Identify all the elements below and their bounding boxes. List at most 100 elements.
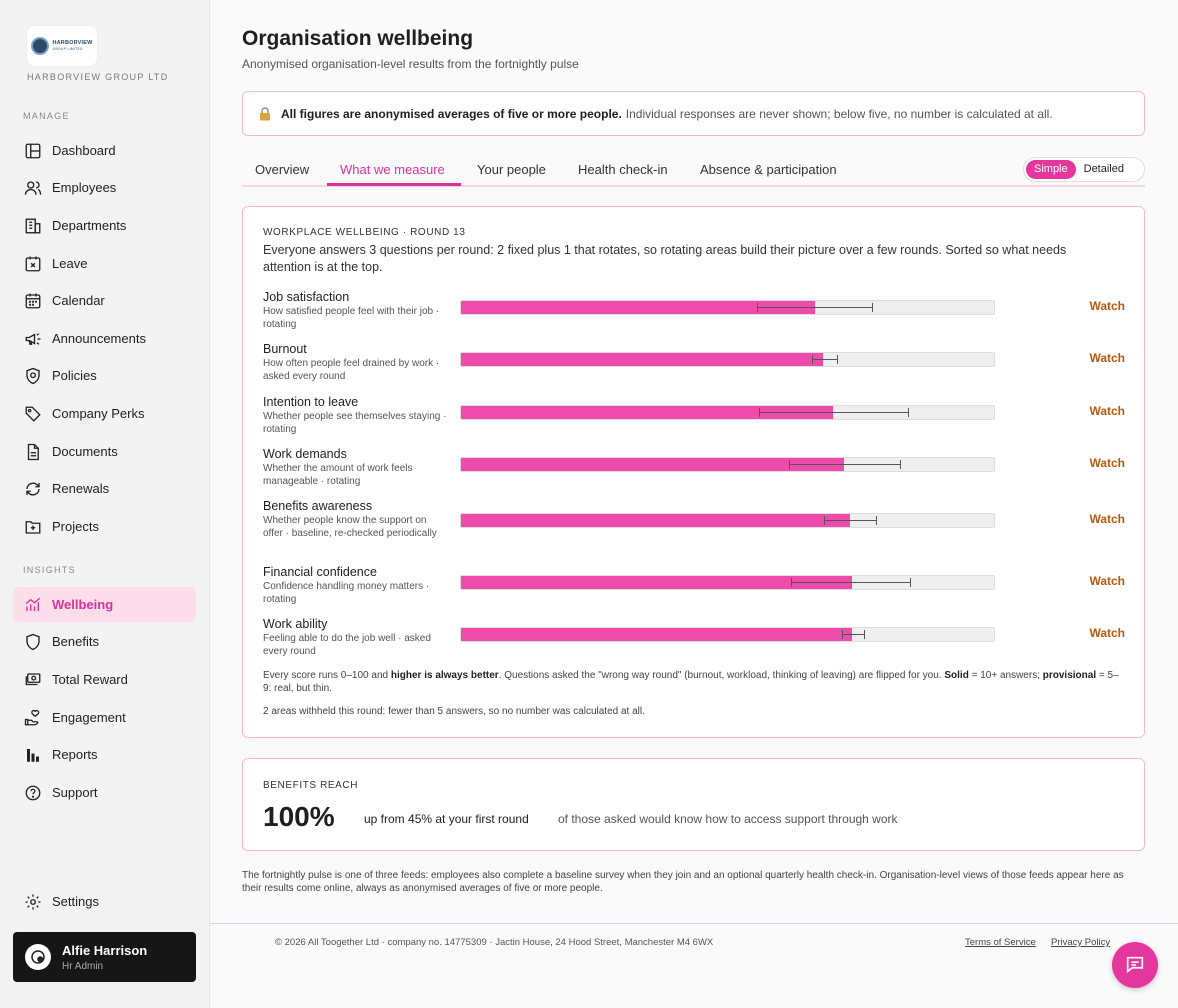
- measure-title: Benefits awareness: [263, 499, 373, 513]
- sidebar-item-label: Leave: [52, 256, 88, 271]
- chat-button[interactable]: [1112, 942, 1158, 988]
- measure-title: Work demands: [263, 447, 347, 461]
- confidence-interval-line: [811, 359, 837, 360]
- sidebar-item-label: Projects: [52, 519, 99, 534]
- tab-absence-participation[interactable]: Absence & participation: [700, 162, 837, 177]
- sidebar-item-label: Support: [52, 785, 98, 800]
- score-note: Every score runs 0–100 and higher is alw…: [263, 670, 1119, 694]
- sidebar-item-leave[interactable]: Leave: [13, 246, 196, 281]
- confidence-interval-high-cap: [836, 355, 838, 364]
- user-profile-card[interactable]: Alfie Harrison Hr Admin: [13, 932, 196, 982]
- sidebar: HARBORVIEW GROUP LIMITED HARBORVIEW GROU…: [0, 0, 210, 1008]
- measure-description: Whether people see themselves staying · …: [263, 411, 447, 435]
- bar-chart-icon: [27, 748, 39, 762]
- confidence-interval-line: [791, 582, 911, 583]
- sidebar-item-engagement[interactable]: Engagement: [13, 700, 196, 735]
- page-title: Organisation wellbeing: [242, 27, 474, 50]
- tab-health-check-in[interactable]: Health check-in: [578, 162, 668, 177]
- tab-your-people[interactable]: Your people: [477, 162, 546, 177]
- confidence-interval-line: [789, 464, 900, 465]
- calendar-x-icon: [25, 256, 41, 271]
- toggle-simple[interactable]: Simple: [1026, 160, 1076, 179]
- sidebar-item-label: Reports: [52, 747, 98, 762]
- sidebar-item-employees[interactable]: Employees: [13, 170, 196, 205]
- document-icon: [27, 443, 39, 460]
- score-bar: [461, 353, 824, 366]
- sidebar-item-benefits[interactable]: Benefits: [13, 624, 196, 659]
- measure-description: How often people feel drained by work · …: [263, 358, 440, 382]
- wellbeing-measures-card: WORKPLACE WELLBEING · ROUND 13 Everyone …: [242, 206, 1145, 738]
- tab-overview[interactable]: Overview: [255, 162, 309, 177]
- sidebar-item-label: Dashboard: [52, 143, 116, 158]
- sidebar-item-projects[interactable]: Projects: [13, 509, 196, 544]
- confidence-interval-high-cap: [910, 578, 912, 587]
- benefits-reach-change: up from 45% at your first round: [364, 812, 529, 826]
- user-name: Alfie Harrison: [62, 942, 148, 958]
- tab-what-we-measure[interactable]: What we measure: [340, 162, 445, 177]
- card-label: WORKPLACE WELLBEING · ROUND 13: [263, 227, 466, 238]
- sidebar-item-documents[interactable]: Documents: [13, 434, 196, 469]
- status-badge: Watch: [1089, 299, 1125, 313]
- megaphone-icon: [25, 332, 41, 345]
- measure-row: Work demands Whether the amount of work f…: [263, 447, 1125, 497]
- status-badge: Watch: [1089, 574, 1125, 588]
- feeds-note: The fortnightly pulse is one of three fe…: [242, 870, 1124, 894]
- sidebar-item-calendar[interactable]: Calendar: [13, 283, 196, 318]
- sidebar-item-company-perks[interactable]: Company Perks: [13, 396, 196, 431]
- withheld-note: 2 areas withheld this round: fewer than …: [263, 706, 645, 717]
- sidebar-item-announcements[interactable]: Announcements: [13, 321, 196, 356]
- privacy-link[interactable]: Privacy Policy: [1051, 937, 1110, 948]
- score-bar: [461, 628, 852, 641]
- logo-text: HARBORVIEW: [52, 40, 93, 46]
- users-icon: [24, 180, 42, 195]
- sidebar-item-label: Calendar: [52, 293, 105, 308]
- sidebar-item-wellbeing[interactable]: Wellbeing: [13, 587, 196, 622]
- confidence-interval-high-cap: [864, 630, 866, 639]
- sidebar-item-label: Benefits: [52, 634, 99, 649]
- status-badge: Watch: [1089, 512, 1125, 526]
- sidebar-item-policies[interactable]: Policies: [13, 358, 196, 393]
- tab-bar: Overview What we measure Your people Hea…: [242, 152, 1145, 187]
- score-track: [460, 300, 995, 315]
- benefits-reach-value: 100%: [263, 801, 335, 832]
- sidebar-item-label: Announcements: [52, 331, 146, 346]
- measure-description: How satisfied people feel with their job…: [263, 306, 440, 330]
- confidence-interval-low-cap: [791, 578, 793, 587]
- company-logo[interactable]: HARBORVIEW GROUP LIMITED: [27, 26, 97, 66]
- toggle-detailed[interactable]: Detailed: [1076, 160, 1132, 179]
- sidebar-item-dashboard[interactable]: Dashboard: [13, 133, 196, 168]
- score-track: [460, 352, 995, 367]
- shield-check-icon: [26, 367, 40, 384]
- measure-title: Intention to leave: [263, 395, 359, 409]
- measure-title: Financial confidence: [263, 565, 377, 579]
- insights-section-label: INSIGHTS: [23, 565, 76, 575]
- sidebar-item-support[interactable]: Support: [13, 775, 196, 810]
- confidence-interval-low-cap: [757, 303, 759, 312]
- measure-row: Job satisfaction How satisfied people fee…: [263, 290, 1125, 340]
- status-badge: Watch: [1089, 351, 1125, 365]
- sidebar-item-total-reward[interactable]: Total Reward: [13, 662, 196, 697]
- confidence-interval-high-cap: [899, 460, 901, 469]
- footer-copyright: © 2026 All Toogether Ltd · company no. 1…: [275, 937, 714, 948]
- score-track: [460, 405, 995, 420]
- calendar-icon: [25, 293, 41, 308]
- chat-icon: [1126, 956, 1144, 974]
- sidebar-item-settings[interactable]: Settings: [13, 884, 196, 919]
- confidence-interval-high-cap: [872, 303, 874, 312]
- confidence-interval-high-cap: [907, 408, 909, 417]
- status-badge: Watch: [1089, 626, 1125, 640]
- building-icon: [25, 218, 41, 233]
- sidebar-item-label: Employees: [52, 180, 117, 195]
- sidebar-item-departments[interactable]: Departments: [13, 208, 196, 243]
- terms-link[interactable]: Terms of Service: [965, 937, 1036, 948]
- active-tab-indicator: [327, 183, 461, 186]
- sidebar-item-reports[interactable]: Reports: [13, 737, 196, 772]
- sidebar-item-renewals[interactable]: Renewals: [13, 471, 196, 506]
- sidebar-item-label: Documents: [52, 444, 118, 459]
- trend-chart-icon: [25, 597, 41, 611]
- company-name: HARBORVIEW GROUP LTD: [27, 72, 169, 82]
- measure-description: Confidence handling money matters · rota…: [263, 581, 430, 605]
- confidence-interval-low-cap: [823, 516, 825, 525]
- sidebar-item-label: Total Reward: [52, 672, 128, 687]
- help-icon: [25, 785, 41, 800]
